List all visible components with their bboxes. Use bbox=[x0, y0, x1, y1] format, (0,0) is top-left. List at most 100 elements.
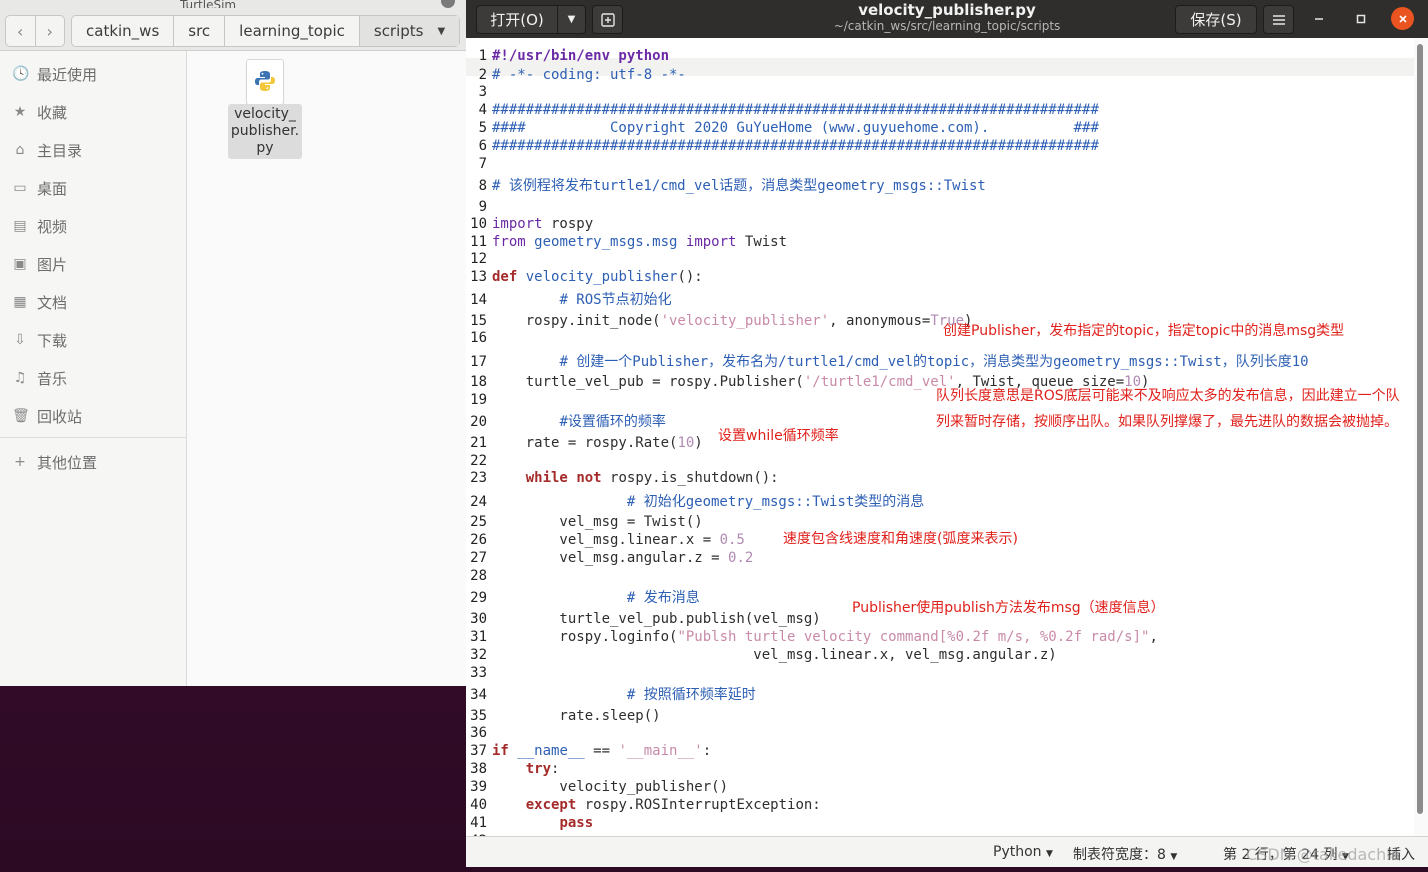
code-token: rate.sleep() bbox=[492, 708, 661, 724]
code-token: # 初始化geometry_msgs::Twist类型的消息 bbox=[626, 494, 925, 510]
new-tab-button[interactable] bbox=[592, 5, 623, 34]
code-token: Twist bbox=[736, 234, 788, 250]
line-number: 2 bbox=[478, 67, 487, 83]
code-token: rospy.loginfo( bbox=[492, 629, 678, 645]
breadcrumb-item-current[interactable]: scripts ▼ bbox=[358, 16, 460, 46]
code-token: 0.5 bbox=[719, 532, 745, 548]
line-number: 29 bbox=[470, 590, 487, 606]
line-number: 13 bbox=[470, 269, 487, 285]
line-number: 16 bbox=[470, 330, 487, 346]
code-token: turtle_vel_pub = rospy.Publisher( bbox=[492, 374, 804, 390]
code-token: # -*- coding: utf-8 -*- bbox=[492, 67, 686, 83]
breadcrumb-item[interactable]: catkin_ws bbox=[72, 16, 173, 46]
code-token: 10 bbox=[677, 435, 695, 451]
sidebar-item-desktop[interactable]: ▭ 桌面 bbox=[12, 176, 67, 200]
line-number: 18 bbox=[470, 374, 487, 390]
code-line: vel_msg.linear.x = 0.5 bbox=[492, 531, 745, 549]
sidebar-item-trash[interactable]: 🗑 回收站 bbox=[12, 404, 82, 428]
code-token: try bbox=[525, 761, 552, 777]
file-manager-window: TurtleSim ‹ › catkin_ws src learning_top… bbox=[0, 0, 466, 686]
sidebar-item-documents[interactable]: ▦ 文档 bbox=[12, 290, 67, 314]
code-line: vel_msg.angular.z = 0.2 bbox=[492, 549, 753, 567]
language-selector[interactable]: Python ▼ bbox=[993, 844, 1053, 860]
code-line: rospy.init_node('velocity_publisher', an… bbox=[492, 312, 973, 330]
code-line: # 按照循环频率延时 bbox=[492, 686, 756, 704]
file-item-velocity-publisher[interactable]: velocity_ publisher. py bbox=[228, 56, 302, 159]
code-line: vel_msg.linear.x, vel_msg.angular.z) bbox=[492, 646, 1056, 664]
picture-icon: ▣ bbox=[13, 256, 27, 272]
hamburger-menu-button[interactable] bbox=[1263, 5, 1294, 34]
line-number: 20 bbox=[470, 414, 487, 430]
trash-icon: 🗑 bbox=[12, 408, 30, 424]
sidebar-item-downloads[interactable]: ⇩ 下载 bbox=[12, 328, 67, 352]
code-token: except bbox=[525, 797, 577, 813]
sidebar-item-home[interactable]: ⌂ 主目录 bbox=[12, 138, 82, 162]
code-line: vel_msg = Twist() bbox=[492, 513, 703, 531]
file-manager-close-button[interactable] bbox=[441, 0, 455, 8]
line-number: 22 bbox=[470, 453, 487, 469]
open-button[interactable]: 打开(O) ▼ bbox=[476, 5, 586, 34]
code-token: while bbox=[525, 470, 568, 486]
code-line: # 创建一个Publisher，发布名为/turtle1/cmd_vel的top… bbox=[492, 353, 1308, 371]
code-token: #!/usr/bin/env python bbox=[492, 48, 670, 64]
back-button[interactable]: ‹ bbox=[6, 16, 35, 46]
code-line: #### Copyright 2020 GuYueHome (www.guyue… bbox=[492, 119, 1099, 137]
line-number: 10 bbox=[470, 216, 487, 232]
minimize-button[interactable] bbox=[1309, 9, 1329, 29]
code-token: ########################################… bbox=[492, 138, 1099, 154]
open-menu-arrow[interactable]: ▼ bbox=[558, 6, 585, 33]
line-number: 11 bbox=[470, 234, 487, 250]
python-file-icon bbox=[246, 59, 284, 105]
breadcrumb-label: catkin_ws bbox=[86, 22, 160, 40]
plus-icon: + bbox=[14, 454, 26, 470]
code-token: ########################################… bbox=[492, 102, 1099, 118]
sidebar-item-videos[interactable]: ▤ 视频 bbox=[12, 214, 67, 238]
breadcrumb-item[interactable]: src bbox=[173, 16, 224, 46]
scrollbar-thumb[interactable] bbox=[1417, 44, 1423, 814]
document-icon: ▦ bbox=[13, 294, 27, 310]
code-editor-area[interactable]: 1 #!/usr/bin/env python 2 # -*- coding: utf… bbox=[466, 38, 1414, 836]
editor-headerbar: 打开(O) ▼ velocity_publisher.py ~/catkin_w… bbox=[466, 0, 1428, 38]
sidebar-item-label: 其他位置 bbox=[37, 453, 98, 472]
breadcrumb-item[interactable]: learning_topic bbox=[224, 16, 359, 46]
tab-width-selector[interactable]: 制表符宽度：8 ▼ bbox=[1073, 844, 1177, 864]
line-number: 34 bbox=[470, 687, 487, 703]
code-line: velocity_publisher() bbox=[492, 778, 728, 796]
hamburger-icon bbox=[1272, 14, 1285, 25]
code-token: rospy bbox=[542, 216, 594, 232]
breadcrumb-label: learning_topic bbox=[239, 22, 345, 40]
breadcrumb: catkin_ws src learning_topic scripts ▼ bbox=[71, 15, 461, 47]
watermark: CSDN @takedachia bbox=[1246, 845, 1401, 864]
code-line: pass bbox=[492, 814, 593, 832]
sidebar-item-label: 下载 bbox=[37, 331, 68, 350]
line-number: 8 bbox=[478, 178, 487, 194]
sidebar-item-starred[interactable]: ★ 收藏 bbox=[12, 100, 67, 124]
code-token: ) bbox=[694, 435, 703, 451]
code-token: # ROS节点初始化 bbox=[559, 292, 672, 308]
star-icon: ★ bbox=[13, 104, 27, 120]
sidebar-item-label: 视频 bbox=[37, 217, 68, 236]
text-editor-window: 打开(O) ▼ velocity_publisher.py ~/catkin_w… bbox=[466, 0, 1428, 867]
caret-down-icon: ▼ bbox=[1170, 852, 1178, 862]
close-button[interactable] bbox=[1391, 7, 1414, 30]
code-token: vel_msg = Twist() bbox=[492, 514, 703, 530]
code-token: '/turtle1/cmd_vel' bbox=[803, 374, 956, 390]
file-manager-headerbar: TurtleSim ‹ › catkin_ws src learning_top… bbox=[0, 0, 466, 51]
line-number: 21 bbox=[470, 435, 487, 451]
maximize-button[interactable] bbox=[1351, 9, 1371, 29]
sidebar-item-pictures[interactable]: ▣ 图片 bbox=[12, 252, 67, 276]
sidebar-item-recent[interactable]: 🕓 最近使用 bbox=[12, 62, 97, 86]
close-icon bbox=[1398, 14, 1407, 23]
code-line: try: bbox=[492, 760, 560, 778]
save-button[interactable]: 保存(S) bbox=[1175, 5, 1257, 34]
forward-button[interactable]: › bbox=[34, 16, 65, 46]
line-number: 40 bbox=[470, 797, 487, 813]
code-token: rospy.ROSInterruptException: bbox=[576, 797, 821, 813]
sidebar-item-other-locations[interactable]: + 其他位置 bbox=[12, 450, 97, 474]
sidebar-item-music[interactable]: ♫ 音乐 bbox=[12, 366, 67, 390]
